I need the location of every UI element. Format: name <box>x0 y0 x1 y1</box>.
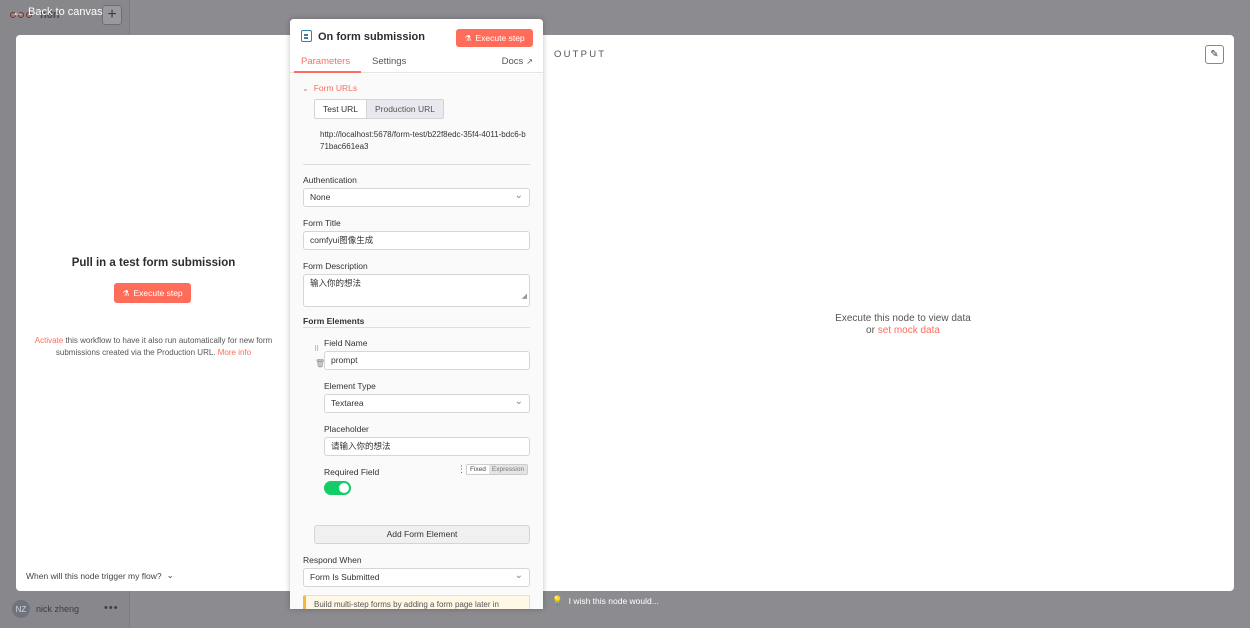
tab-parameters[interactable]: Parameters <box>301 56 350 67</box>
trigger-faq-toggle[interactable]: When will this node trigger my flow? ⌄ <box>26 570 174 581</box>
production-url-tab[interactable]: Production URL <box>366 100 443 118</box>
parameters-body: ⌄ Form URLs Test URL Production URL http… <box>290 74 543 609</box>
form-node-icon <box>301 30 312 42</box>
output-empty-state: Execute this node to view data or set mo… <box>788 313 1018 337</box>
authentication-select[interactable]: None <box>303 187 530 207</box>
form-title-label: Form Title <box>303 218 341 228</box>
user-name: nick zheng <box>36 604 80 614</box>
options-icon[interactable]: ⋮ <box>457 464 466 475</box>
node-header: On form submission ⚗ Execute step Parame… <box>290 19 543 73</box>
placeholder-input[interactable]: 请输入你的想法 <box>324 437 530 456</box>
tab-settings[interactable]: Settings <box>372 56 406 67</box>
resize-handle-icon[interactable]: ◢ <box>522 288 527 305</box>
flask-icon: ⚗ <box>464 33 472 43</box>
required-field-label: Required Field <box>324 467 380 477</box>
element-type-label: Element Type <box>324 381 376 391</box>
active-tab-indicator <box>294 71 361 73</box>
node-title[interactable]: On form submission <box>318 31 425 43</box>
input-execute-step-button[interactable]: ⚗ Execute step <box>114 283 191 303</box>
add-button[interactable]: + <box>102 5 122 25</box>
trigger-faq-label: When will this node trigger my flow? <box>26 570 162 581</box>
execute-step-button[interactable]: ⚗ Execute step <box>456 29 533 47</box>
add-form-element-button[interactable]: Add Form Element <box>314 525 530 544</box>
input-panel-description: Activate this workflow to have it also r… <box>24 335 283 359</box>
form-url-text[interactable]: http://localhost:5678/form-test/b22f8edc… <box>320 129 530 153</box>
form-elements-title: Form Elements <box>303 316 365 326</box>
output-empty-text: Execute this node to view data <box>835 313 971 324</box>
set-mock-data-link[interactable]: set mock data <box>878 325 940 336</box>
respond-when-label: Respond When <box>303 555 362 565</box>
expression-option[interactable]: Expression <box>488 465 528 474</box>
execute-step-label: Execute step <box>133 288 183 298</box>
form-title-input[interactable]: comfyui图像生成 <box>303 231 530 250</box>
avatar: NZ <box>12 600 30 618</box>
respond-when-select[interactable]: Form Is Submitted <box>303 567 530 587</box>
divider <box>303 164 530 165</box>
arrow-left-icon: ← <box>12 5 24 19</box>
edit-output-button[interactable]: ✎ <box>1205 45 1224 64</box>
fixed-expression-switch: Fixed Expression <box>466 464 529 475</box>
form-urls-label: Form URLs <box>313 83 358 93</box>
required-field-toggle[interactable] <box>324 481 351 495</box>
flask-icon: ⚗ <box>122 288 130 298</box>
feedback-link[interactable]: 💡 I wish this node would... <box>552 595 659 606</box>
lightbulb-icon: 💡 <box>552 595 563 605</box>
multi-step-notice: Build multi-step forms by adding a form … <box>303 595 530 609</box>
user-more-button[interactable]: ••• <box>104 602 119 614</box>
external-link-icon: ↗ <box>526 57 533 66</box>
form-description-value: 输入你的想法 <box>310 278 362 288</box>
form-description-textarea[interactable]: 输入你的想法 ◢ <box>303 274 530 307</box>
test-url-tab[interactable]: Test URL <box>315 100 367 118</box>
node-details-modal: Pull in a test form submission ⚗ Execute… <box>16 35 1234 591</box>
back-to-canvas-button[interactable]: ← Back to canvas <box>12 5 103 19</box>
chevron-down-icon: ⌄ <box>166 570 174 580</box>
authentication-label: Authentication <box>303 175 357 185</box>
input-panel: Pull in a test form submission ⚗ Execute… <box>16 35 291 591</box>
docs-link[interactable]: Docs ↗ <box>502 56 533 67</box>
input-panel-title: Pull in a test form submission <box>71 257 236 269</box>
field-name-input[interactable]: prompt <box>324 351 530 370</box>
output-panel-title: OUTPUT <box>554 49 607 60</box>
user-menu[interactable]: NZ nick zheng <box>12 600 79 618</box>
form-urls-toggle[interactable]: ⌄ Form URLs <box>302 83 357 93</box>
pencil-icon: ✎ <box>1210 49 1219 60</box>
docs-label: Docs <box>501 56 524 67</box>
divider <box>303 327 530 328</box>
field-name-label: Field Name <box>324 338 368 348</box>
fixed-option[interactable]: Fixed <box>467 465 489 474</box>
back-to-canvas-label: Back to canvas <box>28 6 103 18</box>
placeholder-label: Placeholder <box>324 424 369 434</box>
parameters-panel: On form submission ⚗ Execute step Parame… <box>290 19 543 609</box>
output-empty-or: or <box>866 325 878 336</box>
feedback-label: I wish this node would... <box>568 595 659 606</box>
element-type-select[interactable]: Textarea <box>324 393 530 413</box>
form-description-label: Form Description <box>303 261 368 271</box>
activate-link[interactable]: Activate <box>35 336 63 345</box>
more-info-link[interactable]: More info <box>218 348 251 357</box>
url-type-switch: Test URL Production URL <box>314 99 444 119</box>
drag-handle-icon[interactable]: ⠿ <box>314 346 319 353</box>
chevron-down-icon: ⌄ <box>302 83 309 93</box>
execute-step-label: Execute step <box>475 33 525 43</box>
